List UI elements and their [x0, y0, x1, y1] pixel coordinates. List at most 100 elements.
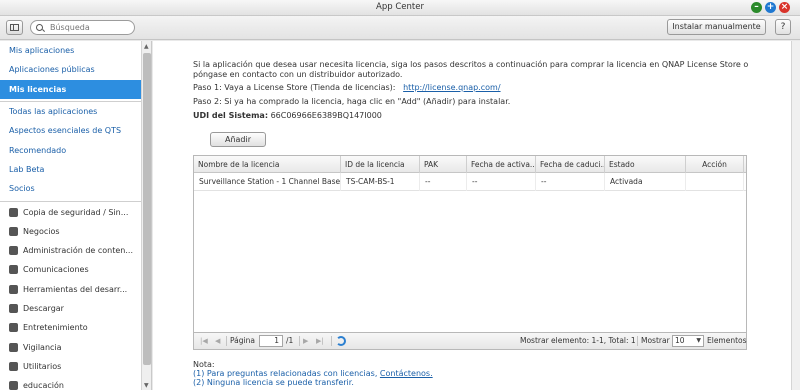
category-label: Herramientas del desarr...: [23, 285, 128, 294]
note-line1: (1) Para preguntas relacionadas con lice…: [193, 369, 433, 378]
pager-divider: [299, 336, 300, 346]
sidebar-item-partners[interactable]: Socios: [0, 179, 141, 198]
sidebar-divider: [0, 201, 141, 202]
pagination-bar: |◀ ◀ Página 1 /1 ▶ ▶| Mostrar elemento: …: [193, 332, 747, 350]
sidebar-item-recommended[interactable]: Recomendado: [0, 141, 141, 160]
step2-text: Paso 2: Si ya ha comprado la licencia, h…: [193, 97, 511, 106]
window-title: App Center: [376, 2, 424, 12]
intro-text-line2: póngase en contacto con un distribuidor …: [193, 70, 403, 79]
sidebar-item-all-apps[interactable]: Todas las aplicaciones: [0, 102, 141, 121]
license-table: Nombre de la licencia ID de la licencia …: [193, 155, 747, 350]
last-page-icon[interactable]: ▶|: [316, 333, 324, 349]
main-scrollbar[interactable]: [791, 41, 800, 390]
add-license-button[interactable]: Añadir: [210, 132, 266, 147]
minimize-icon[interactable]: –: [751, 2, 762, 13]
tools-icon: [9, 285, 18, 294]
cell-license-id: TS-CAM-BS-1: [341, 173, 420, 191]
maximize-icon[interactable]: +: [765, 2, 776, 13]
pager-divider: [331, 336, 332, 346]
chevron-down-icon: ▼: [696, 337, 701, 344]
sidebar-category-business[interactable]: Negocios: [0, 222, 141, 241]
sidebar-item-my-licenses[interactable]: Mis licencias: [0, 80, 141, 99]
table-header: Nombre de la licencia ID de la licencia …: [194, 156, 746, 173]
column-header-pak[interactable]: PAK: [420, 156, 467, 173]
sidebar-category-surveillance[interactable]: Vigilancia: [0, 338, 141, 357]
sidebar-category-communications[interactable]: Comunicaciones: [0, 260, 141, 279]
sidebar-scroll-thumb[interactable]: [143, 53, 151, 365]
show-label: Mostrar: [641, 336, 670, 345]
entertainment-icon: [9, 323, 18, 332]
column-header-license-name[interactable]: Nombre de la licencia: [194, 156, 341, 173]
step1-row: Paso 1: Vaya a License Store (Tienda de …: [193, 83, 501, 92]
sidebar-category-developer-tools[interactable]: Herramientas del desarr...: [0, 280, 141, 299]
sidebar-toggle-button[interactable]: [6, 20, 23, 35]
category-label: Comunicaciones: [23, 265, 89, 274]
sidebar-category-download[interactable]: Descargar: [0, 299, 141, 318]
page-number-input[interactable]: 1: [259, 335, 283, 347]
cell-pak: --: [420, 173, 467, 191]
sidebar: Mis aplicaciones Aplicaciones públicas M…: [0, 41, 152, 390]
sidebar-category-content-management[interactable]: Administración de conten...: [0, 241, 141, 260]
category-label: educación: [23, 381, 64, 390]
display-info: Mostrar elemento: 1-1, Total: 1: [520, 336, 636, 345]
close-icon[interactable]: ×: [779, 2, 790, 13]
download-icon: [9, 304, 18, 313]
sidebar-scrollbar[interactable]: ▲ ▼: [141, 41, 151, 390]
category-label: Administración de conten...: [23, 246, 134, 255]
items-label: Elementos: [707, 336, 747, 345]
note-line2: (2) Ninguna licencia se puede transferir…: [193, 378, 354, 387]
prev-page-icon[interactable]: ◀: [215, 333, 220, 349]
sidebar-category-utilities[interactable]: Utilitarios: [0, 357, 141, 376]
column-header-expiry-date[interactable]: Fecha de caduci...: [536, 156, 605, 173]
next-page-icon[interactable]: ▶: [303, 333, 308, 349]
toolbar: Instalar manualmente ?: [0, 16, 800, 40]
content-management-icon: [9, 246, 18, 255]
contact-us-link[interactable]: Contáctenos.: [380, 369, 433, 378]
intro-text-line1: Si la aplicación que desea usar necesita…: [193, 60, 749, 69]
table-row[interactable]: Surveillance Station - 1 Channel Base...…: [194, 173, 746, 191]
note-title: Nota:: [193, 360, 215, 369]
title-bar: App Center – + ×: [0, 0, 800, 16]
step1-text: Paso 1: Vaya a License Store (Tienda de …: [193, 83, 396, 92]
sidebar-item-public-apps[interactable]: Aplicaciones públicas: [0, 60, 141, 79]
page-size-select[interactable]: 10 ▼: [672, 335, 704, 347]
search-input[interactable]: [50, 22, 132, 33]
pager-divider: [226, 336, 227, 346]
column-header-status[interactable]: Estado: [605, 156, 686, 173]
cell-action: [686, 173, 744, 191]
column-header-license-id[interactable]: ID de la licencia: [341, 156, 420, 173]
sidebar-item-qts-essentials[interactable]: Aspectos esenciales de QTS: [0, 121, 141, 140]
pager-divider: [637, 336, 638, 346]
note-line1-text: (1) Para preguntas relacionadas con lice…: [193, 369, 378, 378]
column-header-action: Acción: [686, 156, 744, 173]
education-icon: [9, 381, 18, 390]
cell-activation-date: --: [467, 173, 536, 191]
help-button[interactable]: ?: [775, 19, 791, 35]
search-box[interactable]: [30, 20, 135, 35]
first-page-icon[interactable]: |◀: [200, 333, 208, 349]
page-label: Página: [230, 336, 255, 345]
communications-icon: [9, 265, 18, 274]
scroll-up-icon[interactable]: ▲: [144, 43, 149, 50]
category-label: Entretenimiento: [23, 323, 88, 332]
sidebar-item-my-apps[interactable]: Mis aplicaciones: [0, 41, 141, 60]
cell-status: Activada: [605, 173, 686, 191]
search-icon: [36, 24, 43, 31]
sidebar-category-backup[interactable]: Copia de seguridad / Sin...: [0, 203, 141, 222]
license-store-link[interactable]: http://license.qnap.com/: [403, 83, 500, 92]
category-label: Copia de seguridad / Sin...: [23, 208, 129, 217]
category-label: Descargar: [23, 304, 64, 313]
install-manually-button[interactable]: Instalar manualmente: [667, 19, 766, 35]
column-header-activation-date[interactable]: Fecha de activa...: [467, 156, 536, 173]
sidebar-item-beta-lab[interactable]: Lab Beta: [0, 160, 141, 179]
sidebar-category-entertainment[interactable]: Entretenimiento: [0, 318, 141, 337]
cell-license-name: Surveillance Station - 1 Channel Base...: [194, 173, 341, 191]
sidebar-category-education[interactable]: educación: [0, 376, 141, 390]
page-size-value: 10: [675, 336, 685, 345]
scroll-down-icon[interactable]: ▼: [144, 382, 149, 389]
refresh-icon[interactable]: [336, 336, 346, 346]
category-label: Negocios: [23, 227, 60, 236]
udi-row: UDI del Sistema: 66C06966E6389BQ147I000: [193, 111, 382, 120]
udi-value: 66C06966E6389BQ147I000: [270, 111, 382, 120]
main-content: Si la aplicación que desea usar necesita…: [153, 41, 791, 390]
